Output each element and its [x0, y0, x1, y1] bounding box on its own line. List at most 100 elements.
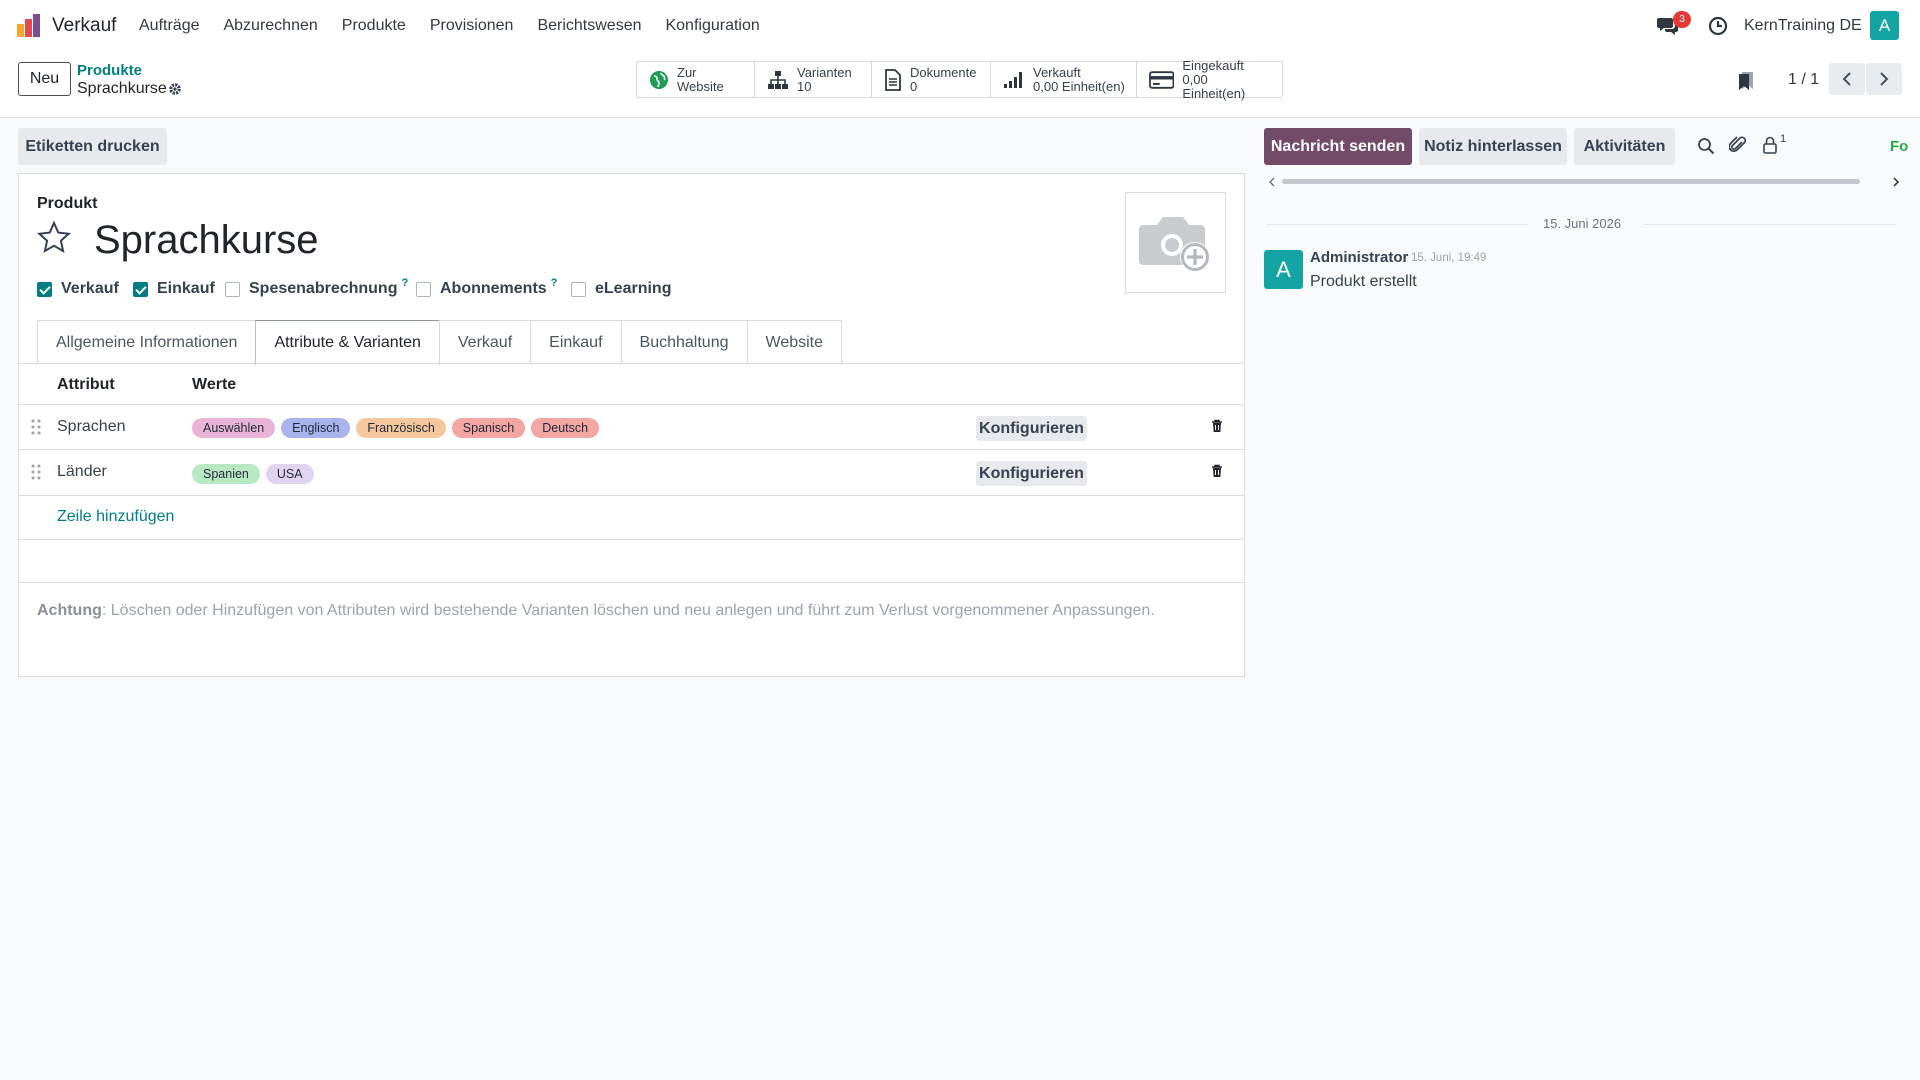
send-message-button[interactable]: Nachricht senden [1264, 128, 1412, 165]
company-switcher[interactable]: KernTraining DE [1744, 17, 1862, 35]
variants-label: Varianten [797, 64, 852, 80]
breadcrumb-parent-link[interactable]: Produkte [77, 62, 142, 79]
document-icon [885, 68, 901, 91]
value-tag[interactable]: Spanisch [451, 418, 526, 438]
tab-website[interactable]: Website [746, 320, 843, 364]
website-smart-button[interactable]: Zur Website [637, 62, 755, 97]
documents-count: 0 [910, 78, 918, 94]
value-tag[interactable]: USA [265, 464, 314, 484]
checkbox-purchase[interactable]: Einkauf [133, 280, 215, 298]
menu-item-auftraege[interactable]: Aufträge [139, 17, 199, 35]
attribute-values-tags[interactable]: Auswählen Englisch Französisch Spanisch … [192, 418, 605, 438]
value-tag[interactable]: Spanien [192, 464, 260, 484]
attribute-name[interactable]: Sprachen [57, 418, 126, 436]
favorite-star-icon[interactable] [36, 220, 72, 256]
product-name-field[interactable]: Sprachkurse [94, 218, 319, 263]
tab-accounting[interactable]: Buchhaltung [620, 320, 748, 364]
date-separator: 15. Juni 2026 [1266, 216, 1896, 232]
sold-label: Verkauft [1033, 64, 1081, 80]
table-row[interactable]: Sprachen Auswählen Englisch Französisch … [19, 405, 1244, 450]
pager-value[interactable]: 1 / 1 [1788, 71, 1819, 89]
purchase-checkbox[interactable] [133, 281, 148, 297]
sale-checkbox[interactable] [37, 281, 52, 297]
elearning-checkbox[interactable] [571, 281, 586, 297]
app-name[interactable]: Verkauf [52, 15, 116, 37]
help-tooltip-icon[interactable]: ? [551, 277, 558, 289]
followers-count: 1 [1780, 133, 1787, 145]
variants-smart-button[interactable]: Varianten 10 [755, 62, 872, 97]
log-note-button[interactable]: Notiz hinterlassen [1419, 128, 1567, 165]
elearning-checkbox-label: eLearning [595, 280, 672, 297]
message-author[interactable]: Administrator [1310, 249, 1408, 266]
attribute-name[interactable]: Länder [57, 463, 107, 481]
clock-icon[interactable] [1708, 16, 1728, 36]
new-button[interactable]: Neu [18, 62, 71, 96]
trash-icon[interactable] [1211, 464, 1223, 478]
chevron-left-icon [1842, 72, 1851, 86]
tab-attributes-variants[interactable]: Attribute & Varianten [255, 320, 440, 365]
configure-button[interactable]: Konfigurieren [976, 461, 1087, 486]
follow-button[interactable]: Fo [1890, 138, 1908, 155]
message-author-avatar[interactable]: A [1264, 250, 1303, 289]
warning-label: Achtung [37, 602, 102, 619]
tab-sales[interactable]: Verkauf [438, 320, 532, 364]
lock-icon[interactable] [1762, 136, 1778, 154]
subscriptions-checkbox-label: Abonnements [440, 280, 547, 297]
expenses-checkbox[interactable] [225, 281, 240, 297]
search-icon[interactable] [1697, 137, 1715, 155]
purchased-smart-button[interactable]: Eingekauft 0,00 Einheit(en) [1137, 58, 1282, 100]
subscriptions-checkbox[interactable] [416, 281, 431, 297]
checkbox-expenses[interactable]: Spesenabrechnung? [225, 277, 408, 298]
scrollbar-thumb[interactable] [1282, 179, 1860, 184]
camera-plus-icon [1138, 217, 1210, 272]
value-tag[interactable]: Englisch [281, 418, 351, 438]
tab-general-information[interactable]: Allgemeine Informationen [37, 320, 257, 364]
drag-handle-icon[interactable] [31, 419, 41, 435]
print-labels-button[interactable]: Etiketten drucken [18, 128, 167, 165]
bookmark-icon[interactable] [1738, 71, 1754, 91]
message-count-badge: 3 [1673, 11, 1691, 28]
user-avatar[interactable]: A [1870, 11, 1899, 40]
sales-app-logo-icon[interactable] [16, 12, 42, 38]
expenses-checkbox-label: Spesenabrechnung [249, 280, 398, 297]
variants-count: 10 [797, 78, 812, 94]
chevron-right-icon[interactable] [1892, 177, 1900, 187]
chevron-right-icon [1880, 72, 1889, 86]
checkbox-sale[interactable]: Verkauf [37, 280, 119, 298]
column-header-values[interactable]: Werte [192, 376, 236, 394]
documents-smart-button[interactable]: Dokumente 0 [872, 62, 991, 97]
pager-previous-button[interactable] [1829, 63, 1865, 95]
gear-icon[interactable] [168, 82, 182, 96]
main-menu: Aufträge Abzurechnen Produkte Provisione… [139, 17, 784, 35]
table-row[interactable]: Länder Spanien USA Konfigurieren [19, 450, 1244, 496]
value-tag[interactable]: Auswählen [192, 418, 276, 438]
menu-item-provisionen[interactable]: Provisionen [430, 17, 514, 35]
menu-item-abzurechnen[interactable]: Abzurechnen [223, 17, 317, 35]
sold-smart-button[interactable]: Verkauft 0,00 Einheit(en) [991, 62, 1137, 97]
product-label: Produkt [37, 195, 98, 212]
smart-buttons: Zur Website Varianten 10 Dokumente 0 Verkau… [636, 58, 1283, 100]
attribute-values-tags[interactable]: Spanien USA [192, 464, 320, 484]
documents-label: Dokumente [910, 64, 977, 80]
menu-item-konfiguration[interactable]: Konfiguration [665, 17, 759, 35]
pager-next-button[interactable] [1866, 63, 1902, 95]
value-tag[interactable]: Französisch [356, 418, 446, 438]
value-tag[interactable]: Deutsch [531, 418, 600, 438]
activities-button[interactable]: Aktivitäten [1574, 128, 1675, 165]
help-tooltip-icon[interactable]: ? [401, 277, 408, 289]
paperclip-icon[interactable] [1729, 135, 1747, 155]
chevron-left-icon[interactable] [1268, 177, 1276, 187]
notebook-tabs: Allgemeine Informationen Attribute & Var… [37, 320, 843, 365]
checkbox-elearning[interactable]: eLearning [571, 280, 671, 298]
trash-icon[interactable] [1211, 419, 1223, 433]
drag-handle-icon[interactable] [31, 464, 41, 480]
add-line-link[interactable]: Zeile hinzufügen [57, 508, 174, 526]
configure-button[interactable]: Konfigurieren [976, 416, 1087, 441]
product-image-upload[interactable] [1125, 192, 1226, 293]
menu-item-berichtswesen[interactable]: Berichtswesen [537, 17, 641, 35]
tab-purchase[interactable]: Einkauf [530, 320, 622, 364]
column-header-attribute[interactable]: Attribut [57, 376, 115, 394]
table-header: Attribut Werte [19, 364, 1244, 405]
menu-item-produkte[interactable]: Produkte [342, 17, 406, 35]
checkbox-subscriptions[interactable]: Abonnements? [416, 277, 558, 298]
